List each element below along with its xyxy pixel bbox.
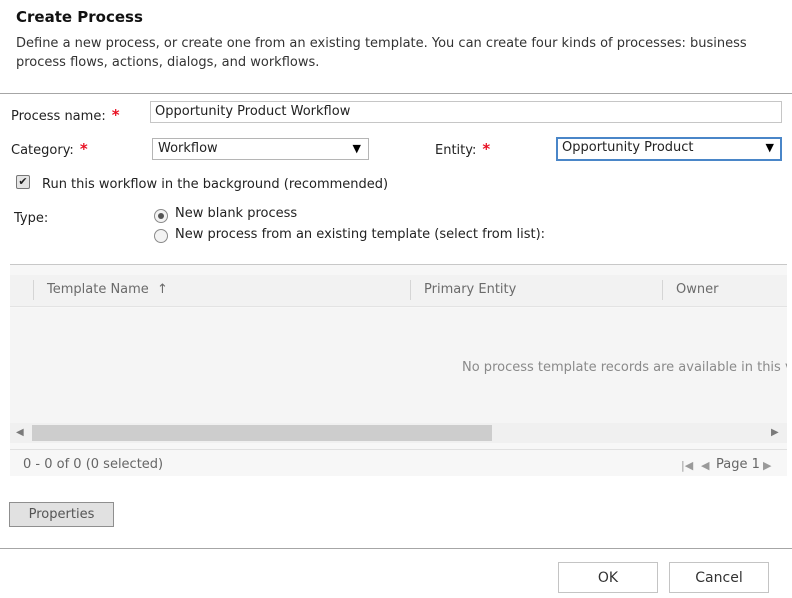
new-blank-process-label: New blank process: [175, 206, 298, 221]
cancel-button[interactable]: Cancel: [669, 562, 769, 593]
column-header-template-name[interactable]: Template Name ↑: [47, 282, 168, 297]
entity-select-value: Opportunity Product: [562, 140, 694, 155]
sort-ascending-icon: ↑: [156, 282, 168, 297]
header-divider: [0, 93, 792, 94]
process-name-input[interactable]: Opportunity Product Workflow: [150, 101, 782, 123]
column-separator: [33, 280, 34, 300]
dialog-description: Define a new process, or create one from…: [16, 36, 747, 70]
horizontal-scrollbar[interactable]: ◀ ▶: [10, 423, 787, 443]
category-label: Category: *: [11, 140, 88, 158]
scroll-right-icon[interactable]: ▶: [771, 427, 779, 438]
column-separator: [410, 280, 411, 300]
category-select[interactable]: Workflow ▼: [152, 138, 369, 160]
scroll-left-icon[interactable]: ◀: [16, 427, 24, 438]
process-name-label: Process name: *: [11, 106, 120, 124]
grid-footer: 0 - 0 of 0 (0 selected) |◀ ◀ Page 1 ▶: [10, 449, 787, 476]
type-label: Type:: [14, 211, 49, 226]
column-header-owner[interactable]: Owner: [676, 282, 718, 297]
template-process-label: New process from an existing template (s…: [175, 227, 546, 242]
dropdown-arrow-icon: ▼: [765, 141, 774, 154]
required-marker: *: [111, 106, 120, 124]
scrollbar-thumb[interactable]: [32, 425, 492, 441]
entity-select[interactable]: Opportunity Product ▼: [556, 137, 782, 161]
required-marker: *: [79, 140, 88, 158]
next-page-icon[interactable]: ▶: [763, 459, 771, 472]
grid-header: Template Name ↑ Primary Entity Owner: [10, 275, 787, 307]
footer-divider: [0, 548, 792, 549]
template-grid: Template Name ↑ Primary Entity Owner No …: [10, 264, 787, 476]
grid-body: No process template records are availabl…: [10, 308, 787, 423]
dialog-title: Create Process: [16, 8, 143, 26]
background-checkbox-label: Run this workflow in the background (rec…: [42, 177, 389, 192]
properties-button[interactable]: Properties: [9, 502, 114, 527]
page-indicator: Page 1: [716, 457, 760, 472]
new-blank-process-radio[interactable]: [154, 209, 168, 223]
first-page-icon[interactable]: |◀: [681, 459, 693, 472]
column-separator: [662, 280, 663, 300]
ok-button[interactable]: OK: [558, 562, 658, 593]
empty-grid-message: No process template records are availabl…: [462, 360, 787, 375]
dropdown-arrow-icon: ▼: [352, 142, 361, 155]
background-checkbox[interactable]: ✔: [16, 175, 30, 189]
column-header-primary-entity[interactable]: Primary Entity: [424, 282, 516, 297]
category-select-value: Workflow: [158, 141, 218, 156]
entity-label: Entity: *: [435, 140, 491, 158]
record-count: 0 - 0 of 0 (0 selected): [23, 457, 164, 472]
previous-page-icon[interactable]: ◀: [701, 459, 709, 472]
required-marker: *: [482, 140, 491, 158]
template-process-radio[interactable]: [154, 229, 168, 243]
